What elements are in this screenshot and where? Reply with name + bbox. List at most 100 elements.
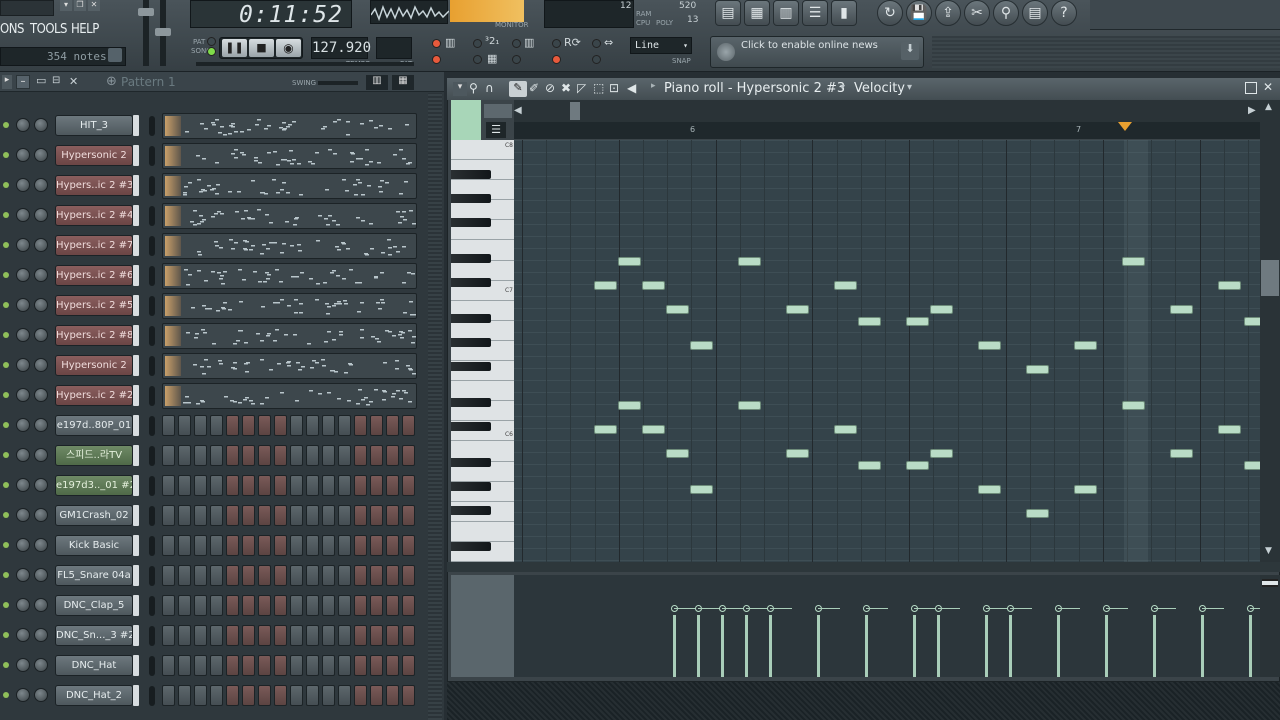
- step-button[interactable]: [386, 475, 399, 496]
- step-button[interactable]: [274, 535, 287, 556]
- velocity-bar[interactable]: [1153, 615, 1156, 677]
- step-button[interactable]: [242, 415, 255, 436]
- note[interactable]: [834, 281, 857, 290]
- note[interactable]: [978, 485, 1001, 494]
- pan-knob[interactable]: [16, 448, 30, 462]
- channel-led[interactable]: [3, 572, 9, 578]
- note[interactable]: [594, 281, 617, 290]
- timeline[interactable]: 6 7: [514, 122, 1260, 139]
- step-button[interactable]: [194, 535, 207, 556]
- step-button[interactable]: [242, 655, 255, 676]
- target-mixer-indicator[interactable]: [149, 206, 155, 226]
- black-key[interactable]: [451, 254, 491, 263]
- typing-keyboard-icon[interactable]: ▦: [487, 52, 497, 65]
- step-button[interactable]: [354, 655, 367, 676]
- step-button[interactable]: [306, 505, 319, 526]
- step-button[interactable]: [386, 625, 399, 646]
- snap-icon[interactable]: ∩: [485, 81, 494, 95]
- step-button[interactable]: [338, 535, 351, 556]
- step-button[interactable]: [242, 475, 255, 496]
- note[interactable]: [1244, 461, 1260, 470]
- step-button[interactable]: [306, 655, 319, 676]
- slice-icon[interactable]: ◸: [577, 81, 586, 95]
- step-button[interactable]: [242, 445, 255, 466]
- step-button[interactable]: [370, 445, 383, 466]
- menu-help[interactable]: HELP: [71, 22, 99, 37]
- swing-slider[interactable]: [318, 81, 358, 85]
- piano-roll-preview[interactable]: [162, 173, 417, 199]
- step-button[interactable]: [258, 625, 271, 646]
- note[interactable]: [618, 257, 641, 266]
- channel-name-button[interactable]: Hypers..ic 2 #4: [55, 205, 133, 226]
- channel-led[interactable]: [3, 452, 9, 458]
- note[interactable]: [786, 449, 809, 458]
- note[interactable]: [642, 425, 665, 434]
- pan-knob[interactable]: [16, 268, 30, 282]
- scroll-up-icon[interactable]: ▲: [1265, 102, 1272, 112]
- velocity-bar[interactable]: [1105, 615, 1108, 677]
- velocity-bar[interactable]: [745, 615, 748, 677]
- step-button[interactable]: [178, 415, 191, 436]
- step-button[interactable]: [322, 475, 335, 496]
- step-button[interactable]: [370, 535, 383, 556]
- velocity-bar[interactable]: [817, 615, 820, 677]
- channel-name-button[interactable]: Hypers..ic 2 #3: [55, 175, 133, 196]
- channel-select-indicator[interactable]: [133, 115, 139, 136]
- channel-select-indicator[interactable]: [133, 595, 139, 616]
- target-mixer-indicator[interactable]: [149, 506, 155, 526]
- step-button[interactable]: [338, 595, 351, 616]
- note[interactable]: [618, 401, 641, 410]
- piano-roll-preview[interactable]: [162, 383, 417, 409]
- velocity-bar[interactable]: [1009, 615, 1012, 677]
- velocity-bar[interactable]: [697, 615, 700, 677]
- velocity-bar[interactable]: [1201, 615, 1204, 677]
- step-button[interactable]: [370, 655, 383, 676]
- step-button[interactable]: [242, 535, 255, 556]
- black-key[interactable]: [451, 362, 491, 371]
- channel-name-button[interactable]: Hypers..ic 2 #7: [55, 235, 133, 256]
- restore-icon[interactable]: ❐: [74, 0, 86, 11]
- step-button[interactable]: [354, 535, 367, 556]
- channel-led[interactable]: [3, 332, 9, 338]
- step-button[interactable]: [338, 505, 351, 526]
- channel-name-button[interactable]: HIT_3: [55, 115, 133, 136]
- note[interactable]: [1074, 485, 1097, 494]
- blend-led[interactable]: [512, 55, 521, 64]
- step-button[interactable]: [274, 685, 287, 706]
- scroll-led[interactable]: [592, 39, 601, 48]
- step-sequencer-button[interactable]: ▦: [744, 0, 770, 26]
- scroll-thumb[interactable]: [570, 102, 580, 120]
- step-button[interactable]: [226, 535, 239, 556]
- white-key[interactable]: [451, 522, 514, 542]
- pat-mode-led[interactable]: [207, 37, 216, 46]
- channel-name-button[interactable]: Hypers..ic 2 #2: [55, 385, 133, 406]
- velocity-bar[interactable]: [769, 615, 772, 677]
- step-button[interactable]: [194, 445, 207, 466]
- piano-roll-preview[interactable]: [162, 263, 417, 289]
- step-button[interactable]: [354, 415, 367, 436]
- step-button[interactable]: [290, 595, 303, 616]
- channel-select-indicator[interactable]: [133, 565, 139, 586]
- step-button[interactable]: [210, 595, 223, 616]
- close-icon[interactable]: ✕: [1263, 80, 1273, 94]
- step-button[interactable]: [370, 625, 383, 646]
- target-mixer-indicator[interactable]: [149, 536, 155, 556]
- pan-knob[interactable]: [16, 118, 30, 132]
- step-button[interactable]: [290, 415, 303, 436]
- target-mixer-indicator[interactable]: [149, 176, 155, 196]
- channel-name-button[interactable]: Hypersonic 2: [55, 355, 133, 376]
- channel-name-button[interactable]: Hypers..ic 2 #6: [55, 265, 133, 286]
- step-button[interactable]: [354, 565, 367, 586]
- step-button[interactable]: [386, 655, 399, 676]
- note-grid[interactable]: [514, 140, 1260, 562]
- notes-icon[interactable]: ▤: [1022, 0, 1048, 26]
- step-button[interactable]: [194, 595, 207, 616]
- channel-led[interactable]: [3, 542, 9, 548]
- volume-knob[interactable]: [34, 238, 48, 252]
- step-button[interactable]: [178, 625, 191, 646]
- step-button[interactable]: [370, 415, 383, 436]
- recording-led[interactable]: [552, 55, 561, 64]
- pan-knob[interactable]: [16, 238, 30, 252]
- step-button[interactable]: [210, 445, 223, 466]
- chevron-down-icon[interactable]: ▾: [907, 82, 912, 93]
